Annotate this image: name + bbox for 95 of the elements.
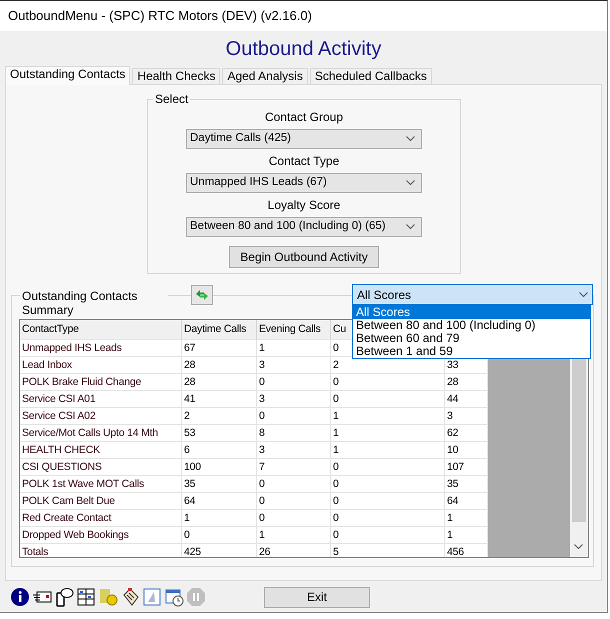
field-label: Contact Group [264,110,344,125]
phone-icon[interactable] [54,587,74,607]
field-label: Contact Type [268,154,340,169]
table-cell: 1 [331,408,445,425]
document-icon[interactable] [142,587,162,607]
table-cell: Service CSI A02 [20,408,182,425]
window-title: OutboundMenu - (SPC) RTC Motors (DEV) (v2.16.0) [0,1,607,31]
table-cell: 28 [182,374,257,391]
table-cell: 0 [331,459,445,476]
caret-icon [579,292,588,298]
table-cell: 64 [182,493,257,510]
refresh-icon [194,288,210,302]
table-cell: 0 [331,391,445,408]
table-cell: Service CSI A01 [20,391,182,408]
field-label: Loyalty Score [268,198,340,213]
table-cell: 3 [445,408,488,425]
table-cell: 0 [257,374,331,391]
table-cell: 28 [445,374,488,391]
caret-icon [406,180,415,186]
tab[interactable]: Health Checks [132,68,220,84]
dropdown[interactable]: Unmapped IHS Leads (67) [186,173,422,193]
column-header: Evening Calls [257,320,331,340]
tab[interactable]: Aged Analysis [222,68,308,84]
table-cell: 3 [257,442,331,459]
table-cell: 3 [257,391,331,408]
table-cell: 67 [182,340,257,357]
table-cell: 456 [445,544,488,557]
table-cell: 1 [182,510,257,527]
score-dropdown[interactable]: All Scores [352,284,593,305]
table-cell: 0 [257,510,331,527]
table-cell: 0 [257,476,331,493]
table-cell: 0 [331,476,445,493]
table-cell: POLK Cam Belt Due [20,493,182,510]
table-cell: POLK 1st Wave MOT Calls [20,476,182,493]
table-cell: 1 [257,340,331,357]
caret-icon [406,224,415,230]
table-cell: 0 [331,493,445,510]
info-icon[interactable] [10,587,30,607]
table-cell: 107 [445,459,488,476]
table-cell: Unmapped IHS Leads [20,340,182,357]
table-cell: 28 [182,357,257,374]
table-cell: Dropped Web Bookings [20,527,182,544]
table-cell: 64 [445,493,488,510]
table-cell: Service/Mot Calls Upto 14 Mth [20,425,182,442]
table-cell: Lead Inbox [20,357,182,374]
table-cell: 62 [445,425,488,442]
grid-icon[interactable] [76,587,96,607]
page-heading: Outbound Activity [224,37,382,62]
table-cell: 100 [182,459,257,476]
table-cell: 1 [331,442,445,459]
table-cell: 35 [182,476,257,493]
table-cell: 2 [182,408,257,425]
table-cell: 0 [257,408,331,425]
table-cell: 1 [445,510,488,527]
table-cell: HEALTH CHECK [20,442,182,459]
table-cell: 0 [257,493,331,510]
table-cell: 2 [331,357,445,374]
table-cell: Totals [20,544,182,557]
table-cell: 1 [257,527,331,544]
tab[interactable]: Outstanding Contacts [5,66,130,85]
table-cell: 3 [257,357,331,374]
table-cell: 53 [182,425,257,442]
column-header: ContactType [20,320,182,340]
table-cell: 44 [445,391,488,408]
dropdown-option[interactable]: All Scores [353,306,590,319]
table-cell: 0 [331,527,445,544]
group-label: Outstanding Contacts Summary [20,289,168,317]
begin-button[interactable]: Begin Outbound Activity [229,246,379,268]
table-cell: 425 [182,544,257,557]
table-cell: 1 [445,527,488,544]
refresh-button[interactable] [190,285,213,305]
column-header: Daytime Calls [182,320,257,340]
table-cell: 41 [182,391,257,408]
table-cell: CSI QUESTIONS [20,459,182,476]
table-cell: POLK Brake Fluid Change [20,374,182,391]
group-label: Select [153,92,190,106]
dropdown[interactable]: Between 80 and 100 (Including 0) (65) [186,217,422,237]
table-cell: 1 [331,425,445,442]
table-cell: 6 [182,442,257,459]
table-cell: 0 [331,374,445,391]
calendar-clock-icon[interactable] [164,587,184,607]
table-cell: 8 [257,425,331,442]
table-cell: 0 [331,510,445,527]
table-cell: Red Create Contact [20,510,182,527]
table-cell: 0 [182,527,257,544]
table-cell: 5 [331,544,445,557]
table-cell: 35 [445,476,488,493]
scroll-down-icon[interactable] [574,544,583,550]
dropdown[interactable]: Daytime Calls (425) [186,129,422,149]
tab[interactable]: Scheduled Callbacks [310,68,432,84]
table-cell: 10 [445,442,488,459]
exit-button[interactable]: Exit [264,586,370,608]
table-cell: 26 [257,544,331,557]
caret-icon [406,136,415,142]
table-cell: 7 [257,459,331,476]
